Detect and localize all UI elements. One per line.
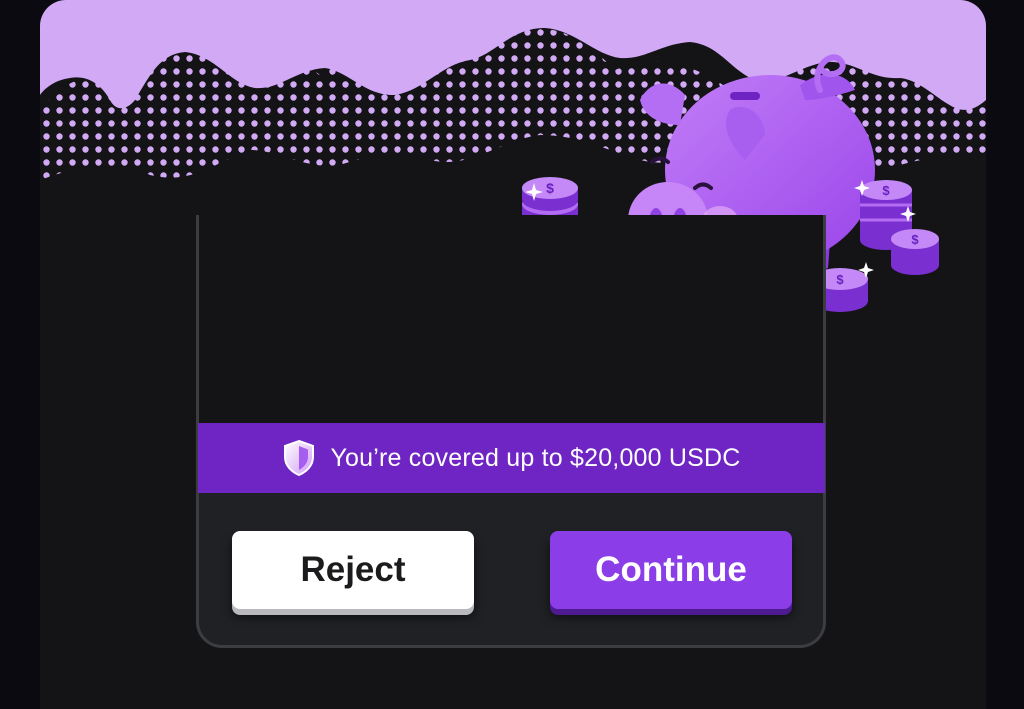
- coverage-banner: You’re covered up to $20,000 USDC: [198, 423, 825, 493]
- continue-button[interactable]: Continue: [550, 531, 792, 609]
- svg-text:$: $: [836, 272, 844, 287]
- shield-icon: [284, 439, 315, 477]
- svg-text:$: $: [546, 180, 554, 196]
- svg-text:$: $: [882, 183, 890, 198]
- coin-stack-right-2: $: [891, 229, 939, 275]
- coverage-text: You’re covered up to $20,000 USDC: [330, 443, 741, 472]
- page: $ $ $ $ You’re covered up to $20,000 USD…: [0, 0, 1024, 709]
- reject-button[interactable]: Reject: [232, 531, 474, 609]
- svg-text:$: $: [911, 232, 919, 247]
- app-frame: $ $ $ $ You’re covered up to $20,000 USD…: [40, 0, 986, 709]
